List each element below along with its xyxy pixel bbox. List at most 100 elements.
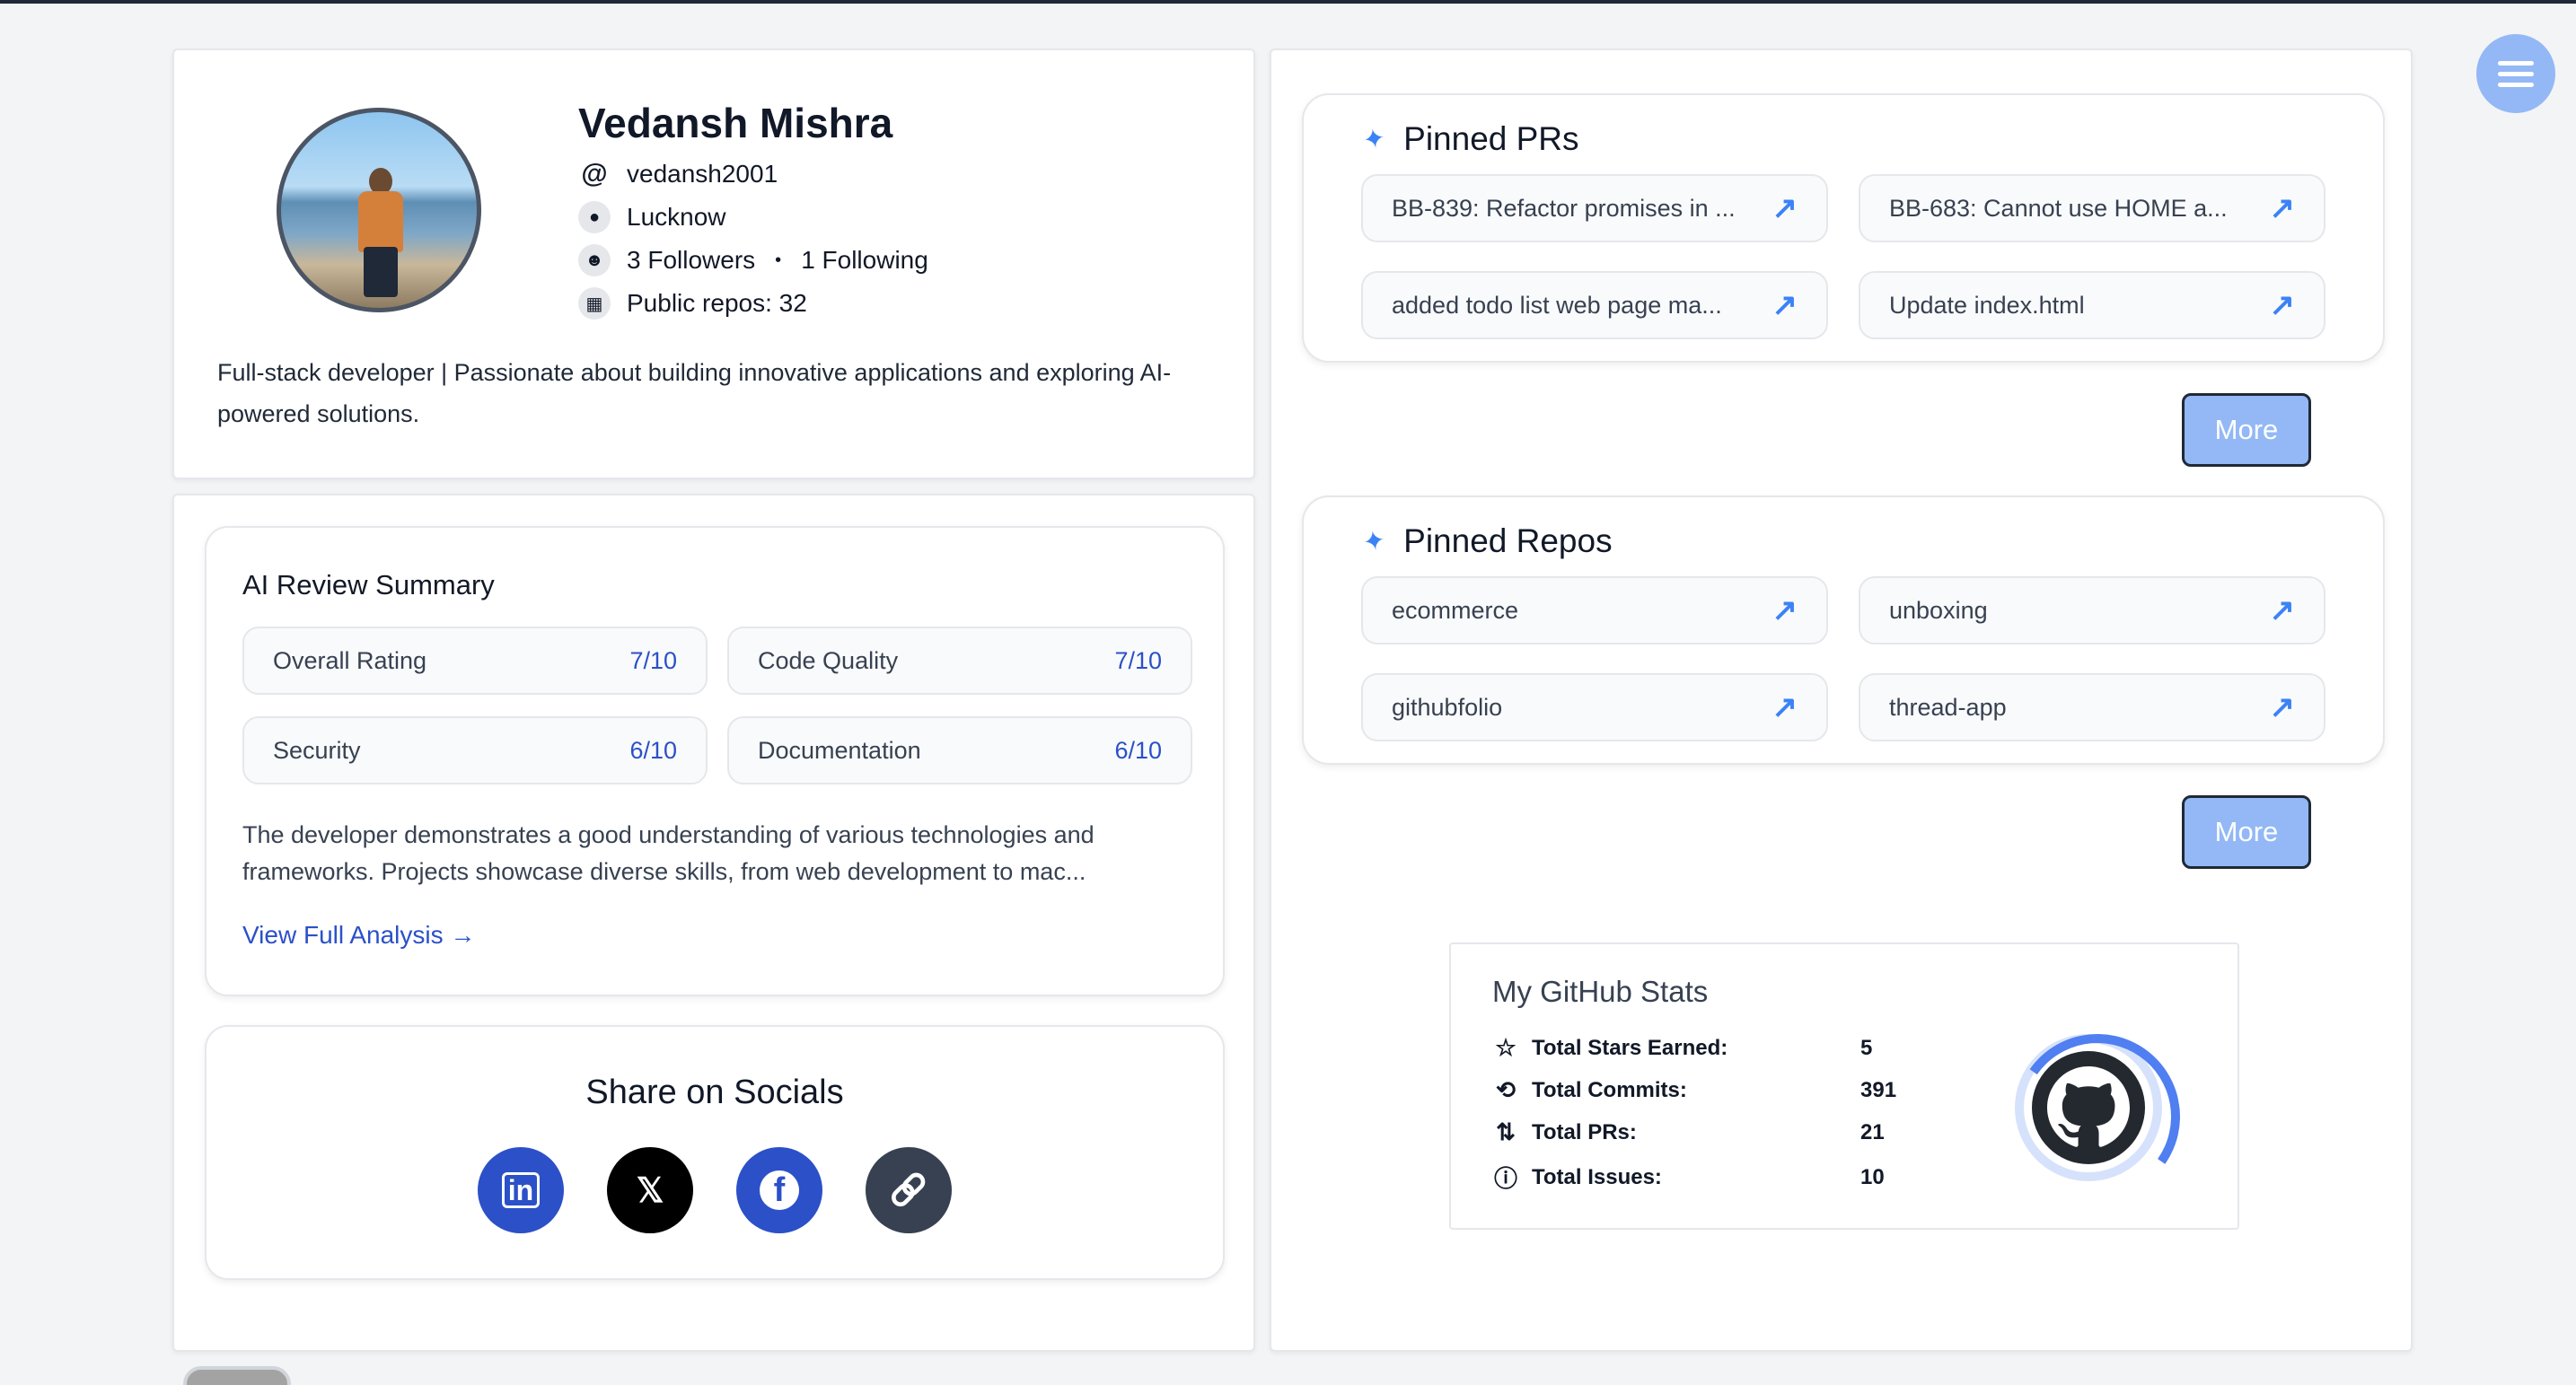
bio: Full-stack developer | Passionate about … [217,359,1172,427]
hamburger-menu-button[interactable] [2476,34,2555,113]
pinned-pr-item[interactable]: added todo list web page ma... ↗ [1361,271,1828,339]
profile-panel: Vedansh Mishra @ vedansh2001 ● Lucknow ☻… [172,48,1255,479]
pinned-repo-item[interactable]: thread-app ↗ [1859,673,2325,741]
pinned-prs-header: ✦ Pinned PRs [1360,120,1579,158]
history-icon: ⟲ [1496,1076,1516,1103]
stat-label: Total Stars Earned: [1532,1035,1728,1060]
copy-link-button[interactable]: 🔗 [866,1147,952,1233]
pinned-repos-title: Pinned Repos [1403,522,1613,559]
issue-icon: ⓘ [1493,1165,1517,1192]
pinned-prs-title: Pinned PRs [1403,120,1579,157]
metric-label: Security [273,736,361,764]
github-icon [2032,1051,2145,1164]
public-repos: Public repos: 32 [627,289,807,317]
view-full-analysis-link[interactable]: View Full Analysis → [242,921,475,950]
external-link-icon[interactable]: ↗ [1772,287,1798,323]
external-link-icon[interactable]: ↗ [2270,190,2296,226]
bottom-tab-handle[interactable] [183,1366,291,1385]
followers-link[interactable]: 3 Followers [627,246,755,275]
stats-title: My GitHub Stats [1492,975,1709,1008]
location: Lucknow [627,203,726,231]
pinned-repos-card: ✦ Pinned Repos ecommerce ↗ unboxing ↗ gi… [1302,495,2385,765]
profile-name: Vedansh Mishra [578,100,893,146]
pinned-repo-label: githubfolio [1392,693,1503,721]
github-logo-ring [2015,1034,2162,1181]
right-panel: ✦ Pinned PRs BB-839: Refactor promises i… [1270,48,2413,1352]
follow-row: ☻ 3 Followers • 1 Following [578,244,928,276]
stat-value: 391 [1860,1077,1897,1102]
more-repos-button[interactable]: More [2182,795,2311,869]
share-card: Share on Socials in 𝕏 f 🔗 [205,1025,1225,1280]
pinned-repo-label: unboxing [1889,596,1988,624]
metric-label: Documentation [758,736,921,764]
stat-label: Total Issues: [1532,1164,1662,1189]
pinned-pr-item[interactable]: BB-683: Cannot use HOME a... ↗ [1859,174,2325,242]
pinned-pr-item[interactable]: Update index.html ↗ [1859,271,2325,339]
ai-review-title: AI Review Summary [242,569,495,600]
share-title: Share on Socials [585,1074,844,1111]
pinned-pr-label: BB-683: Cannot use HOME a... [1889,194,2228,222]
facebook-icon: f [760,1170,799,1210]
stat-row: ⟲ Total Commits: 391 [1490,1076,1896,1104]
metric-code-quality: Code Quality 7/10 [727,627,1192,695]
external-link-icon[interactable]: ↗ [1772,190,1798,226]
external-link-icon[interactable]: ↗ [1772,592,1798,628]
external-link-icon[interactable]: ↗ [1772,689,1798,725]
pinned-repo-label: thread-app [1889,693,2007,721]
metric-value: 6/10 [1114,736,1162,764]
external-link-icon[interactable]: ↗ [2270,689,2296,725]
separator-dot: • [775,250,782,270]
metric-value: 6/10 [629,736,677,764]
stat-value: 10 [1860,1164,1885,1189]
linkedin-icon: in [501,1172,541,1208]
stat-row: ⇅ Total PRs: 21 [1490,1118,1885,1146]
metric-documentation: Documentation 6/10 [727,716,1192,785]
external-link-icon[interactable]: ↗ [2270,287,2296,323]
x-button[interactable]: 𝕏 [607,1147,693,1233]
metric-security: Security 6/10 [242,716,708,785]
x-icon: 𝕏 [636,1171,664,1210]
ai-summary-text: The developer demonstrates a good unders… [242,821,1095,885]
pushpin-icon: ✦ [1360,122,1388,156]
location-row: ● Lucknow [578,201,726,233]
pushpin-icon: ✦ [1360,524,1388,558]
pinned-pr-item[interactable]: BB-839: Refactor promises in ... ↗ [1361,174,1828,242]
repo-icon: ▦ [578,287,611,320]
pinned-repo-item[interactable]: githubfolio ↗ [1361,673,1828,741]
ai-review-card: AI Review Summary Overall Rating 7/10 Co… [205,526,1225,996]
more-prs-button[interactable]: More [2182,393,2311,467]
metric-label: Overall Rating [273,646,427,674]
pinned-pr-label: BB-839: Refactor promises in ... [1392,194,1736,222]
metric-value: 7/10 [629,646,677,674]
metric-overall-rating: Overall Rating 7/10 [242,627,708,695]
facebook-button[interactable]: f [736,1147,822,1233]
pinned-repo-item[interactable]: unboxing ↗ [1859,576,2325,644]
at-icon: @ [581,159,608,188]
pull-request-icon: ⇅ [1496,1118,1516,1145]
pinned-pr-label: Update index.html [1889,291,2085,319]
avatar [277,108,481,312]
stat-value: 5 [1860,1035,1873,1060]
stat-label: Total Commits: [1532,1077,1687,1102]
pinned-pr-label: added todo list web page ma... [1392,291,1722,319]
external-link-icon[interactable]: ↗ [2270,592,2296,628]
repos-row: ▦ Public repos: 32 [578,287,807,320]
left-bottom-panel: AI Review Summary Overall Rating 7/10 Co… [172,494,1255,1352]
following-link[interactable]: 1 Following [801,246,928,275]
link-icon: 🔗 [889,1173,928,1207]
username: vedansh2001 [627,160,778,188]
pinned-repo-item[interactable]: ecommerce ↗ [1361,576,1828,644]
pinned-repo-label: ecommerce [1392,596,1519,624]
metric-value: 7/10 [1114,646,1162,674]
linkedin-button[interactable]: in [478,1147,564,1233]
pinned-prs-card: ✦ Pinned PRs BB-839: Refactor promises i… [1302,93,2385,363]
pinned-repos-header: ✦ Pinned Repos [1360,522,1613,560]
location-pin-icon: ● [578,201,611,233]
username-row: @ vedansh2001 [578,158,778,190]
stat-row: ☆ Total Stars Earned: 5 [1490,1034,1872,1062]
stat-value: 21 [1860,1119,1885,1144]
user-icon: ☻ [578,244,611,276]
stat-row: ⓘ Total Issues: 10 [1490,1161,1885,1194]
github-stats-card: My GitHub Stats ☆ Total Stars Earned: 5 … [1449,942,2239,1230]
star-icon: ☆ [1495,1034,1517,1061]
